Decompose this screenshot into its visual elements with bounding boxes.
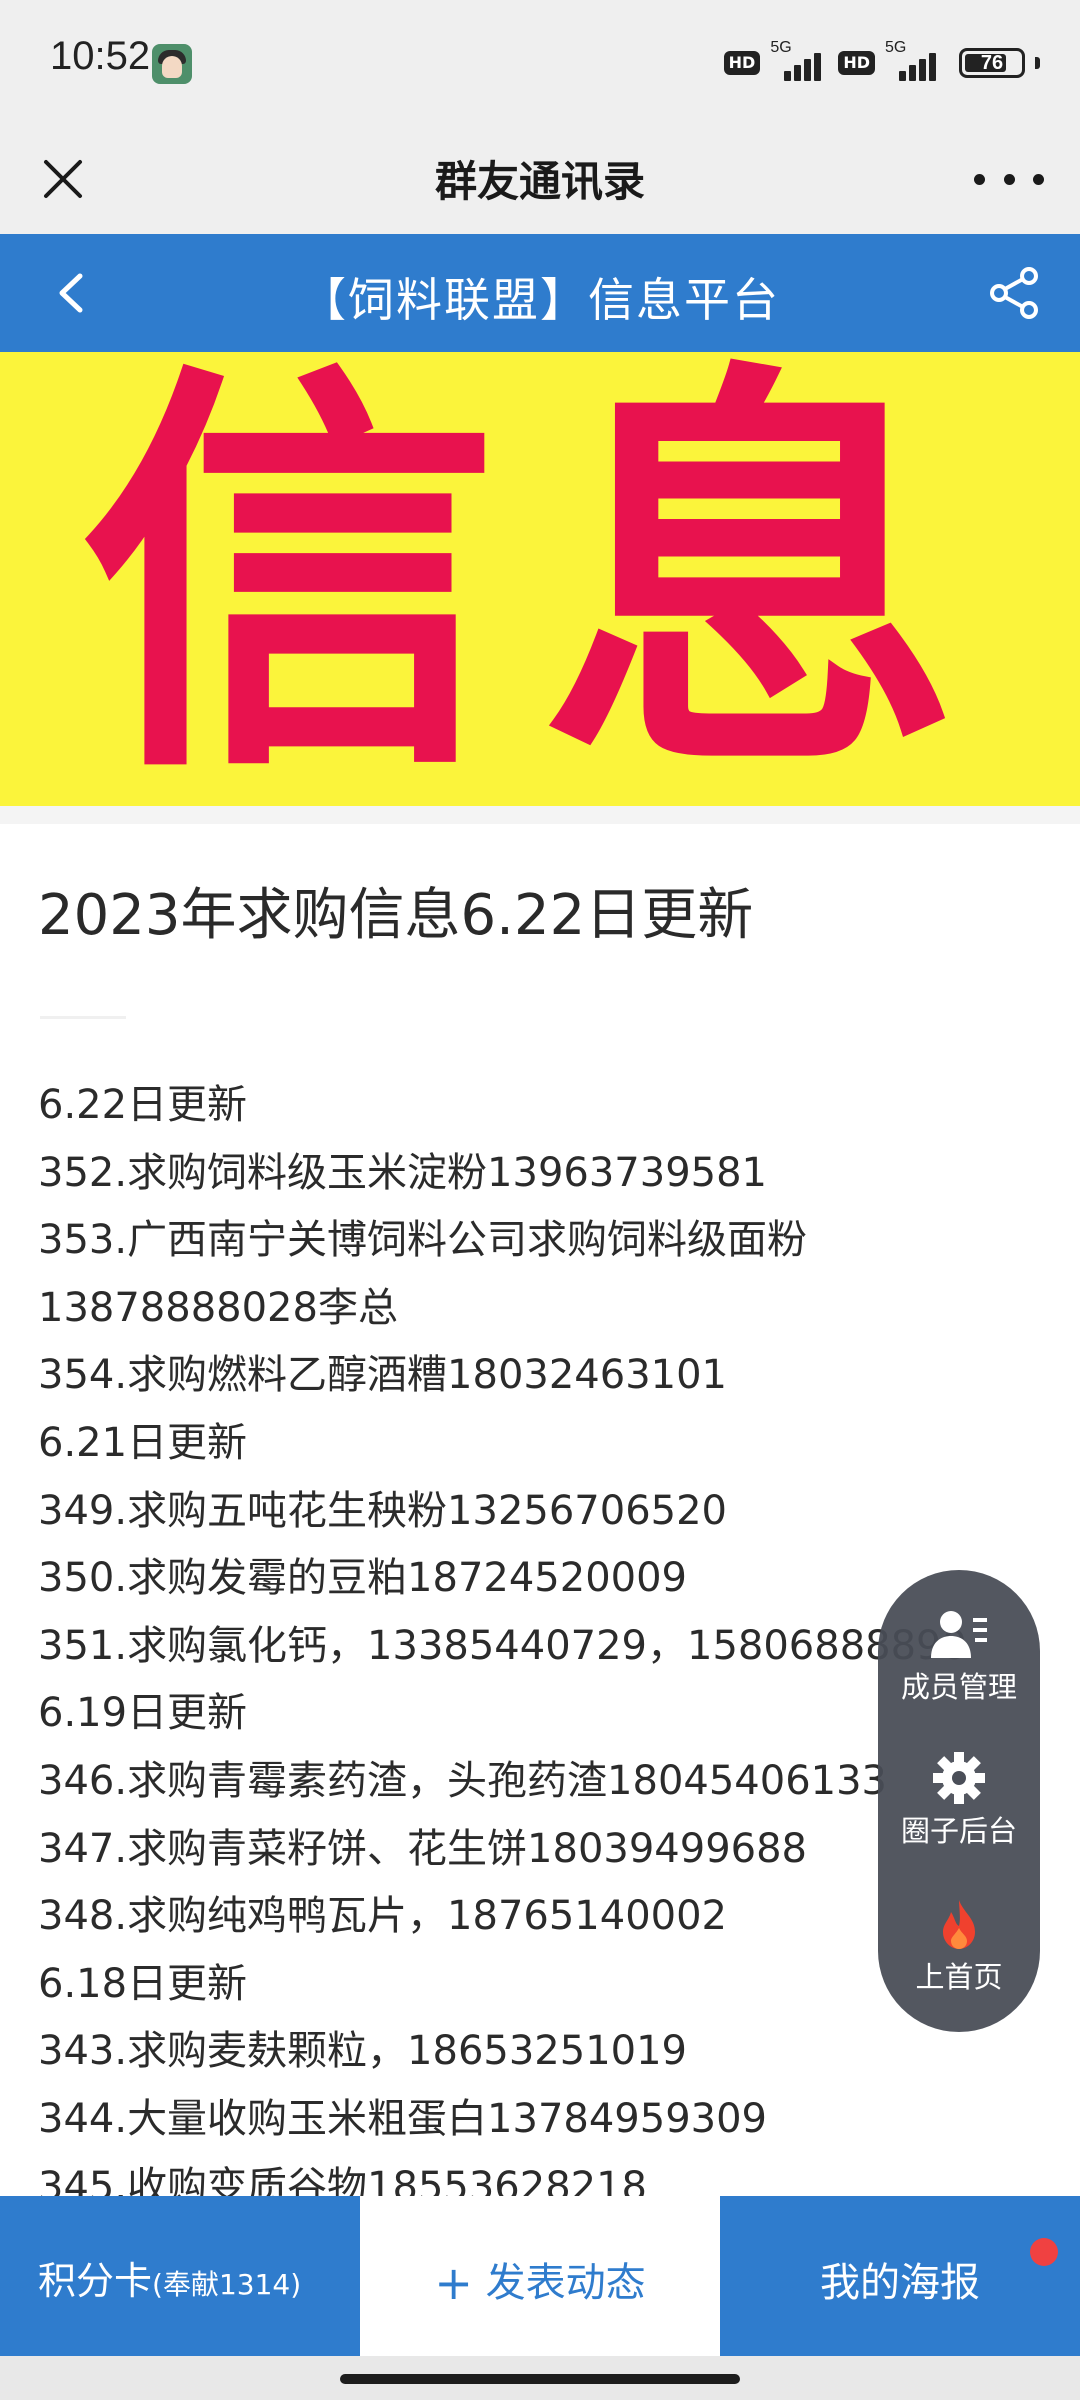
content-line: 13878888028李总 [38, 1284, 398, 1331]
content-line: 354.求购燃料乙醇酒糟18032463101 [38, 1352, 728, 1399]
article-title: 2023年求购信息6.22日更新 [38, 883, 754, 948]
banner-text: 信息 [80, 352, 1000, 806]
status-time: 10:52 [50, 34, 151, 78]
share-button[interactable] [984, 262, 1046, 324]
notification-dot [1030, 2238, 1058, 2266]
member-icon [931, 1611, 987, 1658]
home-indicator[interactable] [340, 2374, 740, 2384]
member-management-button[interactable]: 成员管理 [878, 1608, 1040, 1706]
battery-icon: 76 [959, 48, 1025, 78]
home-label: 上首页 [915, 1960, 1003, 1994]
circle-backend-label: 圈子后台 [900, 1814, 1017, 1848]
my-poster-button[interactable]: 我的海报 [720, 2196, 1080, 2356]
plus-icon: + [434, 2256, 473, 2310]
hd-badge-2: HD [838, 51, 875, 75]
signal-5g-icon-2: 5G [885, 39, 943, 83]
hd-badge: HD [723, 51, 761, 75]
flame-icon [943, 1900, 975, 1949]
notification-avatar-icon [152, 44, 192, 84]
status-indicators: HD 5G HD 5G 76 [723, 38, 1040, 88]
platform-title: 【饲料联盟】信息平台 [300, 273, 780, 327]
my-poster-label: 我的海报 [820, 2260, 980, 2306]
content-line: 6.22日更新 [38, 1082, 248, 1128]
more-dot-icon [1003, 173, 1015, 185]
share-icon [990, 267, 1038, 319]
content-line: 353.广西南宁关博饲料公司求购饲料级面粉 [38, 1217, 808, 1264]
points-card-label: 积分卡 [38, 2259, 153, 2303]
content-line: 343.求购麦麸颗粒，18653251019 [38, 2028, 688, 2075]
content-line: 349.求购五吨花生秧粉13256706520 [38, 1487, 728, 1534]
circle-backend-button[interactable]: 圈子后台 [878, 1752, 1040, 1850]
gear-icon [933, 1752, 985, 1804]
content-line: 344.大量收购玉米粗蛋白13784959309 [38, 2095, 768, 2142]
floating-action-panel: 成员管理 圈子后台 上首页 [878, 1570, 1040, 2032]
post-update-label: 发表动态 [485, 2260, 646, 2306]
post-update-button[interactable]: + 发表动态 [360, 2196, 720, 2356]
member-management-label: 成员管理 [900, 1670, 1017, 1704]
platform-header: 【饲料联盟】信息平台 [0, 234, 1080, 352]
divider [0, 806, 1080, 824]
home-button[interactable]: 上首页 [878, 1898, 1040, 1996]
battery-level: 76 [980, 52, 1004, 74]
content-line: 352.求购饲料级玉米淀粉13963739581 [38, 1149, 768, 1196]
bottom-action-bar: 积分卡(奉献1314) + 发表动态 我的海报 [0, 2196, 1080, 2356]
points-card-sub: (奉献1314) [152, 2268, 302, 2301]
signal-5g-icon: 5G [770, 39, 828, 83]
more-dot-icon [974, 173, 985, 185]
banner-image: 信息 [0, 352, 1080, 806]
status-bar: 10:52 HD 5G HD 5G 76 [0, 0, 1080, 126]
more-dot-icon [1033, 173, 1044, 185]
more-options-button[interactable] [974, 156, 1044, 202]
page-title: 群友通讯录 [434, 157, 645, 206]
points-card-button[interactable]: 积分卡(奉献1314) [0, 2196, 360, 2356]
app-title-bar: 群友通讯录 [0, 126, 1080, 234]
divider [40, 1016, 126, 1019]
content-line: 6.21日更新 [38, 1419, 248, 1466]
